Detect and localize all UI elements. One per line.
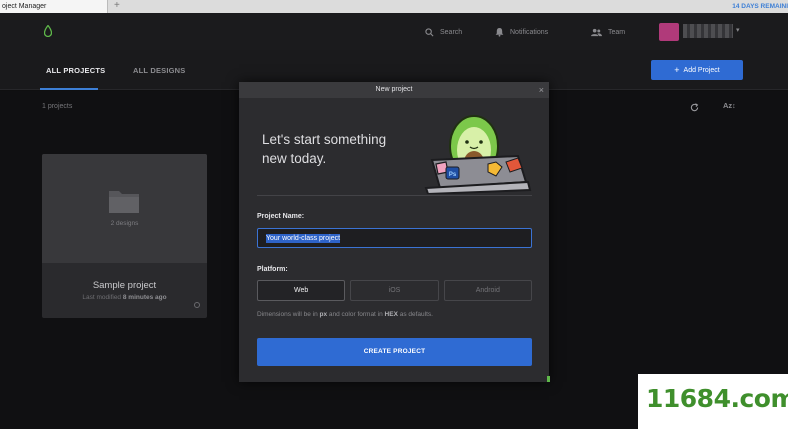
tab-all-designs[interactable]: ALL DESIGNS	[133, 66, 186, 75]
close-icon[interactable]: ×	[539, 82, 544, 98]
hero-line-2: new today.	[262, 151, 327, 166]
project-count: 1 projects	[42, 103, 73, 110]
new-project-dialog: New project × Let's start something new …	[239, 82, 549, 382]
user-name-blurred[interactable]	[683, 24, 733, 38]
team-button[interactable]: Team	[591, 25, 625, 39]
top-header: Search Notifications Team ▾	[0, 13, 788, 50]
hint-color-format: HEX	[384, 311, 398, 318]
hero-line-1: Let's start something	[262, 132, 387, 147]
window-tab[interactable]: oject Manager	[0, 0, 108, 13]
dialog-hero-text: Let's start something new today.	[262, 130, 412, 168]
hint-part-2: and color format in	[327, 311, 385, 318]
platform-selector: Web iOS Android	[257, 280, 532, 301]
dialog-title: New project	[375, 86, 413, 93]
team-icon	[591, 28, 602, 36]
hint-part-1: Dimensions will be in	[257, 311, 320, 318]
defaults-hint: Dimensions will be in px and color forma…	[257, 311, 433, 318]
search-button[interactable]: Search	[425, 25, 462, 39]
logo-icon[interactable]	[44, 25, 52, 37]
dialog-divider	[257, 195, 532, 196]
dialog-header: New project ×	[239, 82, 549, 98]
new-tab-button[interactable]: +	[114, 0, 120, 13]
platform-label: Platform:	[257, 266, 288, 273]
search-label: Search	[440, 28, 463, 36]
window-tab-title: oject Manager	[2, 3, 47, 10]
project-name-value: Your world-class project	[266, 233, 341, 243]
site-watermark: 11684.com	[638, 374, 788, 429]
avocado-illustration: Ps	[424, 115, 532, 194]
add-project-button[interactable]: + Add Project	[651, 60, 743, 80]
sort-label: Az	[723, 101, 733, 110]
svg-text:Ps: Ps	[449, 172, 457, 178]
add-project-label: Add Project	[683, 66, 720, 74]
team-label: Team	[608, 28, 626, 36]
app-window: oject Manager + 14 DAYS REMAINI Search N…	[0, 0, 788, 429]
platform-option-android[interactable]: Android	[443, 280, 532, 301]
user-menu-chevron-icon[interactable]: ▾	[736, 26, 740, 34]
bell-icon	[495, 27, 504, 37]
avatar[interactable]	[659, 23, 679, 41]
project-name-input[interactable]: Your world-class project	[257, 228, 532, 248]
designs-count: 2 designs	[110, 220, 139, 227]
folder-icon	[109, 191, 139, 213]
tab-all-projects[interactable]: ALL PROJECTS	[46, 66, 105, 75]
plus-icon: +	[674, 65, 680, 75]
hint-unit: px	[319, 311, 328, 318]
watermark-text: 11684.com	[646, 384, 788, 413]
last-modified-prefix: Last modified	[82, 294, 122, 301]
active-tab-indicator	[40, 88, 98, 90]
platform-option-ios[interactable]: iOS	[350, 280, 439, 301]
hint-part-3: as defaults.	[397, 311, 433, 318]
refresh-icon[interactable]	[690, 103, 699, 112]
last-modified-value: 8 minutes ago	[122, 294, 167, 301]
notifications-button[interactable]: Notifications	[495, 25, 548, 39]
focus-marker	[547, 376, 550, 382]
sort-icon: ↕	[732, 103, 736, 110]
project-thumbnail: 2 designs	[42, 154, 207, 263]
search-icon	[425, 27, 434, 36]
platform-option-web[interactable]: Web	[257, 280, 346, 301]
create-project-button[interactable]: CREATE PROJECT	[257, 338, 532, 366]
notifications-label: Notifications	[510, 28, 549, 36]
project-card[interactable]: 2 designs Sample project Last modified 8…	[42, 154, 207, 318]
last-modified: Last modified 8 minutes ago	[42, 294, 207, 301]
trial-badge[interactable]: 14 DAYS REMAINI	[732, 0, 788, 13]
more-icon[interactable]	[194, 302, 200, 308]
project-name-label: Project Name:	[257, 213, 305, 220]
window-tab-strip: oject Manager + 14 DAYS REMAINI	[0, 0, 788, 13]
project-title: Sample project	[92, 280, 157, 291]
sort-button[interactable]: Az↕	[723, 101, 736, 110]
